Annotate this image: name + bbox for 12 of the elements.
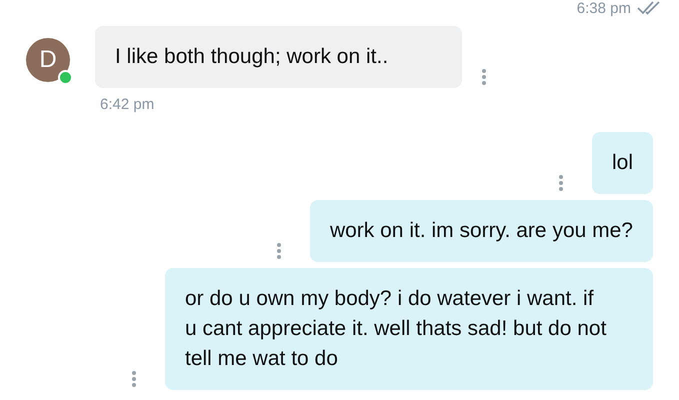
avatar-initial: D [39, 46, 57, 74]
more-options-icon[interactable] [276, 242, 282, 260]
message-bubble: work on it. im sorry. are you me? [310, 200, 653, 262]
message-bubble: I like both though; work on it.. [95, 26, 462, 88]
more-options-icon[interactable] [558, 174, 564, 192]
avatar[interactable]: D [26, 38, 70, 82]
message-bubble: or do u own my body? i do watever i want. if u cant appreciate it. well thats sad! but do not tell me wat to do [165, 268, 653, 390]
message-time: 6:42 pm [100, 96, 156, 113]
message-time: 6:38 pm [576, 0, 631, 16]
message-bubble: lol [592, 132, 653, 194]
more-options-icon[interactable] [131, 370, 137, 388]
more-options-icon[interactable] [481, 68, 487, 86]
